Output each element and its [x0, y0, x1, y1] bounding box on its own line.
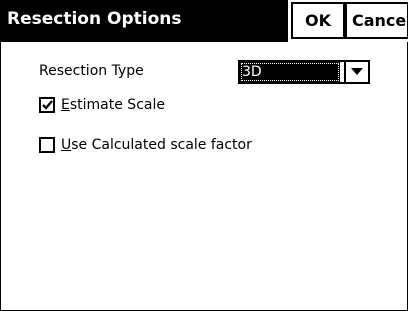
estimate-scale-label[interactable]: Estimate Scale [61, 97, 165, 113]
resection-type-value: 3D [240, 62, 340, 82]
window-title: Resection Options [7, 9, 182, 29]
chevron-down-icon [351, 68, 363, 75]
dropdown-button[interactable] [344, 62, 368, 82]
cancel-button[interactable]: Cancel [345, 2, 408, 39]
estimate-scale-accel: E [61, 97, 70, 113]
use-calculated-text: se Calculated scale factor [71, 137, 252, 153]
resection-type-select[interactable]: 3D [238, 60, 370, 84]
use-calculated-scale-label[interactable]: Use Calculated scale factor [61, 137, 252, 153]
use-calculated-scale-checkbox[interactable] [39, 137, 55, 153]
ok-button[interactable]: OK [291, 2, 345, 39]
title-bar: Resection Options OK Cancel [1, 0, 408, 42]
title-area: Resection Options [1, 0, 288, 42]
estimate-scale-text: stimate Scale [69, 97, 165, 113]
resection-type-label: Resection Type [39, 63, 144, 79]
checkmark-icon [42, 100, 53, 110]
resection-options-dialog: Resection Options OK Cancel Resection Ty… [0, 0, 408, 311]
use-calculated-accel: U [61, 137, 72, 153]
estimate-scale-checkbox[interactable] [39, 97, 55, 113]
